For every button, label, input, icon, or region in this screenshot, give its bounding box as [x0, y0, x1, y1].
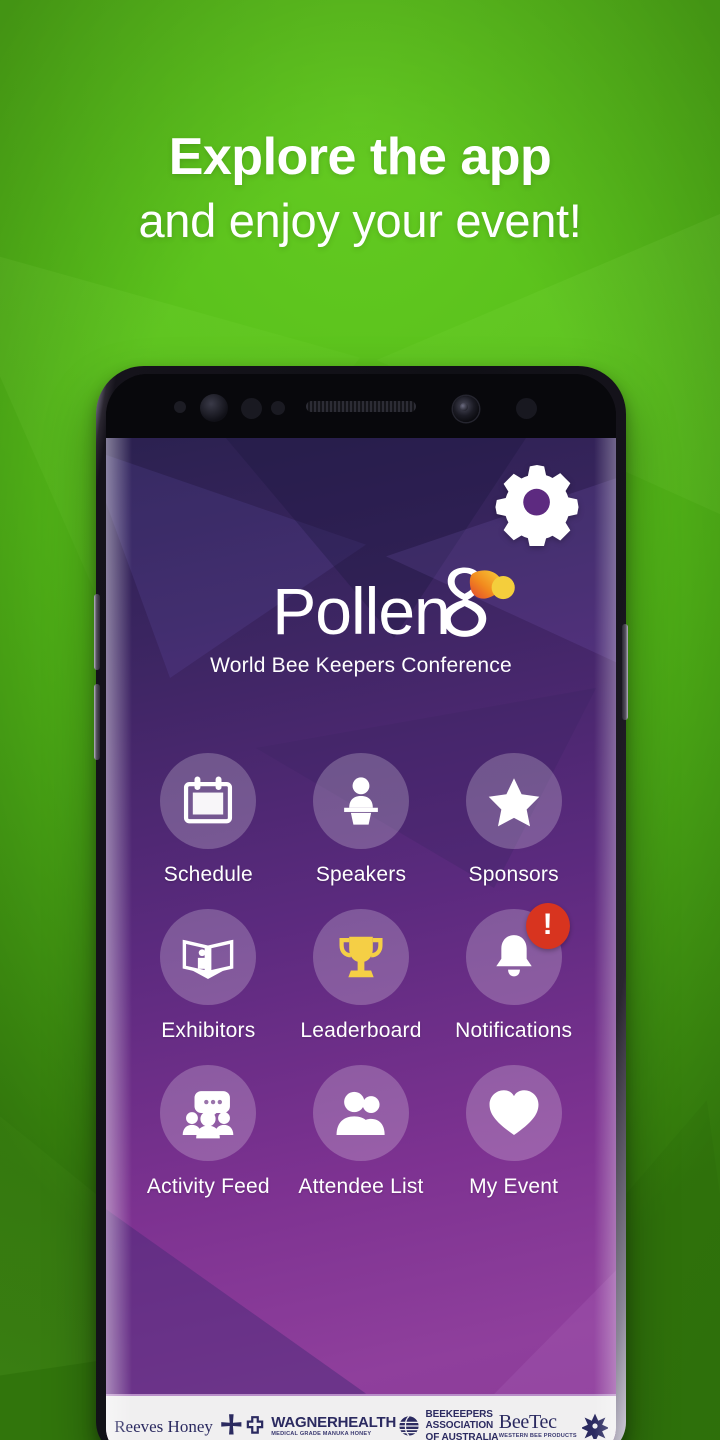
tile-exhibitors[interactable]: Exhibitors — [132, 909, 285, 1043]
sponsor-text: Reeves Honey — [114, 1418, 213, 1435]
tile-label: Speakers — [315, 863, 407, 886]
sponsor-name-line: ASSOCIATION — [425, 1420, 494, 1432]
tile-notifications[interactable]: ! Notifications — [437, 903, 590, 1043]
headline-line-1: Explore the app — [168, 128, 552, 186]
tile-icon-circle — [312, 909, 409, 1005]
tile-icon-circle — [312, 1065, 409, 1161]
tile-speakers[interactable]: Speakers — [285, 753, 438, 887]
logo-wordmark: Pollen — [272, 567, 515, 644]
sponsor-text: WAGNERHEALTH MEDICAL GRADE MANUKA HONEY — [271, 1415, 396, 1438]
tile-label: Exhibitors — [161, 1019, 256, 1042]
hive-globe-icon — [397, 1414, 421, 1438]
tile-icon-circle — [160, 753, 257, 849]
volume-up-button[interactable] — [94, 594, 100, 670]
light-sensor-icon — [241, 398, 262, 419]
sponsor-beetec[interactable]: BeeTec WESTERN BEE PRODUCTS — [499, 1412, 608, 1440]
volume-down-button[interactable] — [94, 684, 100, 760]
sponsor-name-line: OF AUSTRALIA — [425, 1431, 499, 1440]
app-screen: Pollen World Bee Keepers Conference Sche… — [106, 438, 616, 1440]
earpiece-speaker — [306, 401, 416, 412]
sponsor-text: BEEKEEPERS ASSOCIATION OF AUSTRALIA — [426, 1409, 499, 1440]
tile-icon-circle — [160, 1065, 257, 1161]
pinwheel-cross-icon — [218, 1413, 244, 1439]
iris-scanner-icon — [200, 394, 228, 422]
gear-icon — [495, 464, 579, 546]
tile-label: Sponsors — [468, 863, 559, 886]
group-chat-icon — [183, 1091, 234, 1139]
tile-label: Attendee List — [298, 1175, 424, 1198]
sponsor-tagline: WESTERN BEE PRODUCTS — [498, 1433, 577, 1440]
pollen-bee-icon — [442, 567, 515, 637]
logo-eight-mark — [438, 566, 516, 640]
tile-leaderboard[interactable]: Leaderboard — [285, 909, 438, 1043]
sponsor-beekeepers-association[interactable]: BEEKEEPERS ASSOCIATION OF AUSTRALIA — [397, 1409, 499, 1440]
people-icon — [336, 1091, 385, 1135]
tile-sponsors[interactable]: Sponsors — [437, 753, 590, 887]
sponsor-tagline: MEDICAL GRADE MANUKA HONEY — [271, 1430, 372, 1437]
promo-headline: Explore the app and enjoy your event! — [0, 130, 720, 247]
tile-icon-circle — [160, 909, 257, 1005]
sponsor-name-line: BEEKEEPERS — [425, 1409, 493, 1421]
phone-top-bezel — [106, 374, 616, 438]
tile-attendee-list[interactable]: Attendee List — [285, 1065, 438, 1199]
tile-label: Notifications — [455, 1019, 573, 1042]
sponsor-bar: Reeves Honey WAGNERHEALTH MEDICAL GRADE … — [106, 1394, 616, 1440]
notification-badge: ! — [525, 903, 570, 949]
heart-icon — [489, 1090, 539, 1135]
app-logo: Pollen World Bee Keepers Conference — [106, 567, 616, 678]
sensor-icon — [516, 398, 537, 419]
calendar-icon — [184, 776, 233, 824]
settings-button[interactable] — [494, 460, 580, 546]
tile-icon-circle — [465, 1065, 562, 1161]
tile-label: Activity Feed — [146, 1175, 270, 1198]
sponsor-name: BeeTec — [498, 1411, 557, 1434]
headline-line-2: and enjoy your event! — [138, 193, 582, 247]
tile-icon-circle — [312, 753, 409, 849]
sponsor-name: WAGNERHEALTH — [271, 1413, 397, 1431]
logo-word: Pollen — [272, 574, 450, 648]
front-camera — [453, 396, 479, 422]
star-icon — [488, 778, 539, 827]
tile-icon-circle — [465, 753, 562, 849]
tile-label: Leaderboard — [300, 1019, 422, 1042]
tile-label: Schedule — [163, 863, 253, 886]
proximity-sensor-icon — [174, 401, 186, 413]
trophy-icon — [339, 936, 383, 978]
led-indicator-icon — [271, 401, 285, 415]
app-tile-grid: Schedule Speakers Sponsors Exhibitors Le… — [106, 753, 616, 1199]
tile-icon-circle: ! — [465, 903, 570, 1005]
exhibit-booth-icon — [183, 939, 234, 979]
sponsor-name: Reeves Honey — [114, 1416, 213, 1436]
promo-screenshot: Explore the app and enjoy your event! Po… — [0, 0, 720, 1440]
phone-screen-area: Pollen World Bee Keepers Conference Sche… — [106, 374, 616, 1440]
tile-label: My Event — [469, 1175, 559, 1198]
podium-speaker-icon — [344, 777, 378, 825]
starburst-icon — [581, 1413, 608, 1439]
logo-tagline: World Bee Keepers Conference — [210, 654, 512, 677]
tile-activity-feed[interactable]: Activity Feed — [132, 1065, 285, 1199]
phone-mockup: Pollen World Bee Keepers Conference Sche… — [94, 366, 628, 1440]
tile-schedule[interactable]: Schedule — [132, 753, 285, 887]
power-button[interactable] — [622, 624, 628, 720]
tile-my-event[interactable]: My Event — [437, 1065, 590, 1199]
sponsor-reeves-honey[interactable]: Reeves Honey — [114, 1413, 244, 1439]
sponsor-wagnerhealth[interactable]: WAGNERHEALTH MEDICAL GRADE MANUKA HONEY — [244, 1415, 396, 1438]
sponsor-text: BeeTec WESTERN BEE PRODUCTS — [499, 1412, 577, 1440]
medical-cross-icon — [244, 1415, 266, 1437]
